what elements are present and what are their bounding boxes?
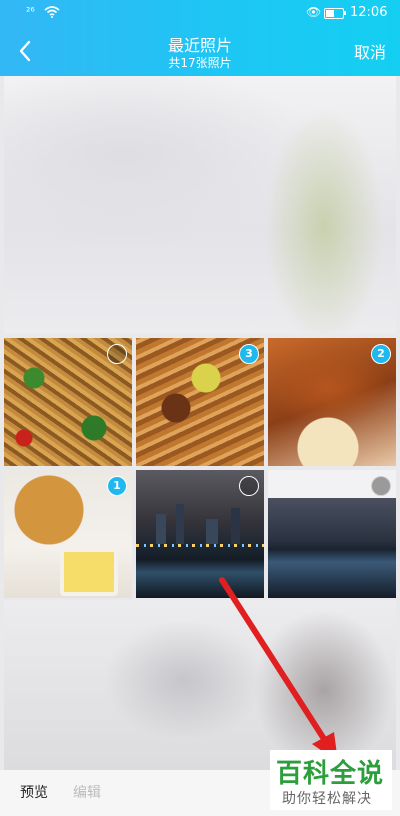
watermark: 百科全说 助你轻松解决 — [270, 750, 392, 810]
photo-thumbnail-blurred-bottom[interactable] — [4, 600, 396, 770]
photo-thumbnail[interactable]: 2 — [268, 338, 396, 466]
eye-icon: 👁 — [306, 5, 322, 19]
top-bar: ²⁶ 👁 12:06 最近照片 共17张照片 取消 — [0, 0, 400, 76]
select-circle[interactable] — [107, 344, 127, 364]
photo-grid: 3 2 1 — [0, 76, 400, 770]
selection-badge[interactable]: 3 — [239, 344, 259, 364]
photo-thumbnail-blurred-top[interactable] — [4, 76, 396, 334]
photo-thumbnail[interactable]: 1 — [4, 470, 132, 598]
page-subtitle: 共17张照片 — [168, 56, 232, 70]
page-title: 最近照片 — [167, 36, 232, 55]
photo-thumbnail[interactable] — [4, 338, 132, 466]
preview-button[interactable]: 预览 — [20, 782, 48, 802]
wifi-icon — [44, 6, 60, 18]
cancel-button[interactable]: 取消 — [354, 39, 386, 63]
battery-cap — [344, 11, 346, 15]
battery-icon — [324, 8, 344, 19]
photo-thumbnail[interactable]: 3 — [136, 338, 264, 466]
watermark-subtitle: 助你轻松解决 — [282, 791, 372, 807]
edit-button[interactable]: 编辑 — [73, 782, 101, 802]
select-circle[interactable] — [239, 476, 259, 496]
clock: 12:06 — [350, 5, 388, 20]
selection-badge[interactable]: 1 — [107, 476, 127, 496]
status-bar: ²⁶ 👁 12:06 — [0, 0, 400, 26]
watermark-title: 百科全说 — [276, 759, 385, 789]
photo-thumbnail[interactable] — [268, 470, 396, 598]
signal-icon: ²⁶ — [26, 5, 35, 18]
skyline-detail — [136, 504, 264, 545]
butter-image-detail — [60, 548, 118, 596]
selection-badge[interactable]: 2 — [371, 344, 391, 364]
city-lights-detail — [136, 544, 264, 548]
select-circle[interactable] — [371, 476, 391, 496]
photo-thumbnail[interactable] — [136, 470, 264, 598]
